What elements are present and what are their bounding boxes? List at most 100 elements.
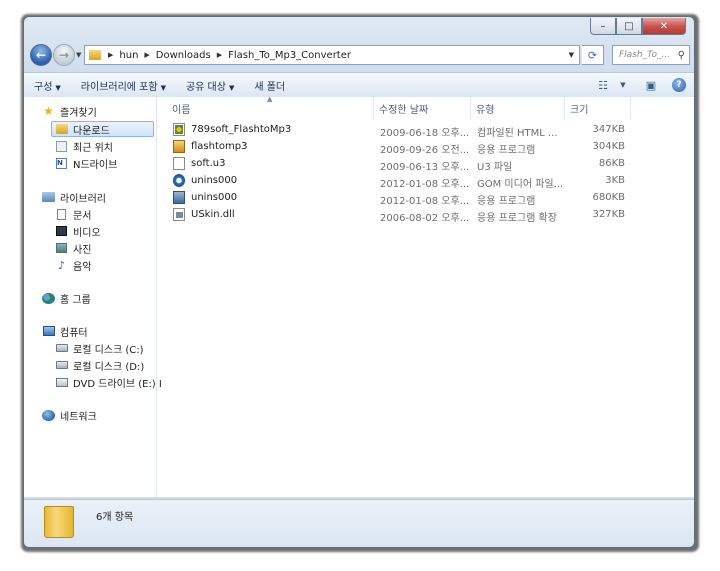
breadcrumb-hun[interactable]: hun [116, 50, 141, 61]
file-name: unins000 [191, 192, 238, 203]
table-row[interactable]: flashtomp3 2009-09-26 오전... 응용 프로그램 304K… [157, 139, 694, 156]
caret-down-icon: ▼ [160, 83, 166, 92]
drive-icon [55, 344, 68, 352]
file-type: GOM 미디어 파일... [477, 179, 564, 190]
minimize-button[interactable]: – [590, 18, 616, 35]
chevron-right-icon[interactable]: ▶ [105, 51, 116, 59]
chm-icon [173, 123, 185, 136]
caret-down-icon: ▼ [55, 83, 61, 92]
column-header-type[interactable]: 유형 [476, 101, 494, 116]
file-date: 2009-09-26 오전... [380, 145, 470, 156]
application-icon [173, 140, 185, 153]
installer-icon [173, 191, 185, 204]
address-row: ← → ▼ ▶ hun ▶ Downloads ▶ Flash_To_Mp3_C… [30, 43, 690, 69]
file-size: 680KB [592, 192, 625, 203]
help-icon[interactable]: ? [672, 78, 686, 92]
drive-icon [55, 361, 68, 369]
address-dropdown-icon[interactable]: ▼ [569, 51, 579, 59]
view-dropdown-icon[interactable]: ▼ [614, 77, 632, 93]
music-icon: ♪ [57, 258, 66, 272]
breadcrumb-current-folder[interactable]: Flash_To_Mp3_Converter [225, 50, 354, 61]
refresh-button[interactable]: ⟳ [582, 45, 604, 65]
column-headers: ▲ 이름 수정한 날짜 유형 크기 [157, 95, 694, 119]
preview-pane-icon[interactable]: ▣ [642, 77, 660, 93]
window-controls: – □ ✕ [590, 18, 686, 36]
nav-computer[interactable]: 컴퓨터 [42, 323, 88, 339]
nav-libraries[interactable]: 라이브러리 [42, 189, 106, 205]
nav-music[interactable]: ♪ 음악 [55, 257, 91, 273]
recent-pages-dropdown[interactable]: ▼ [76, 51, 81, 59]
file-size: 86KB [598, 158, 625, 169]
view-options-icon[interactable]: ☷ [594, 77, 612, 93]
gom-media-icon [173, 174, 185, 187]
file-list: ▲ 이름 수정한 날짜 유형 크기 789soft_FlashtoMp3 200… [157, 95, 694, 497]
file-size: 327KB [592, 209, 625, 220]
table-row[interactable]: unins000 2012-01-08 오후... 응용 프로그램 680KB [157, 190, 694, 207]
explorer-window: – □ ✕ ← → ▼ ▶ hun ▶ Downloads ▶ Flash_To… [23, 16, 695, 548]
file-size: 347KB [592, 124, 625, 135]
ndrive-icon: N [56, 157, 67, 169]
nav-homegroup[interactable]: 홈 그룹 [42, 290, 91, 306]
maximize-button[interactable]: □ [616, 18, 642, 35]
chevron-right-icon[interactable]: ▶ [214, 51, 225, 59]
file-date: 2006-08-02 오후... [380, 213, 470, 224]
sort-arrow-icon: ▲ [267, 95, 273, 103]
forward-button[interactable]: → [53, 44, 75, 66]
address-bar[interactable]: ▶ hun ▶ Downloads ▶ Flash_To_Mp3_Convert… [84, 45, 580, 65]
recent-places-icon [56, 140, 67, 152]
table-row[interactable]: 789soft_FlashtoMp3 2009-06-18 오후... 컴파일된… [157, 122, 694, 139]
nav-local-disk-c[interactable]: 로컬 디스크 (C:) [55, 340, 144, 356]
file-type: 응용 프로그램 [477, 145, 536, 156]
item-count: 6개 항목 [96, 512, 134, 523]
nav-favorites[interactable]: ★ 즐겨찾기 [42, 103, 97, 119]
homegroup-icon [42, 292, 55, 304]
search-icon[interactable]: ⚲ [678, 50, 685, 61]
nav-recent-places[interactable]: 최근 위치 [55, 138, 113, 154]
chevron-right-icon[interactable]: ▶ [141, 51, 152, 59]
folder-icon [89, 50, 101, 60]
nav-pictures[interactable]: 사진 [55, 240, 91, 256]
file-icon [173, 157, 185, 170]
nav-ndrive[interactable]: N N드라이브 [55, 155, 117, 171]
back-button[interactable]: ← [30, 44, 52, 66]
file-name: 789soft_FlashtoMp3 [191, 124, 292, 135]
include-in-library-menu[interactable]: 라이브러리에 포함 ▼ [71, 78, 176, 93]
document-icon [57, 208, 66, 220]
file-date: 2009-06-18 오후... [380, 128, 470, 139]
file-size: 304KB [592, 141, 625, 152]
search-placeholder: Flash_To_... [619, 50, 671, 60]
search-input[interactable]: Flash_To_... ⚲ [612, 45, 690, 65]
column-header-date[interactable]: 수정한 날짜 [379, 101, 428, 116]
breadcrumb-downloads[interactable]: Downloads [153, 50, 214, 61]
file-date: 2009-06-13 오후... [380, 162, 470, 173]
table-row[interactable]: unins000 2012-01-08 오후... GOM 미디어 파일... … [157, 173, 694, 190]
nav-dvd-drive[interactable]: DVD 드라이브 (E:) I [55, 374, 162, 390]
organize-menu[interactable]: 구성 ▼ [24, 78, 71, 93]
nav-network[interactable]: 네트워크 [42, 407, 97, 423]
file-name: unins000 [191, 175, 238, 186]
column-header-size[interactable]: 크기 [570, 101, 588, 116]
file-date: 2012-01-08 오후... [380, 179, 470, 190]
command-bar: 구성 ▼ 라이브러리에 포함 ▼ 공유 대상 ▼ 새 폴더 ☷ ▼ ▣ ? [24, 72, 694, 98]
file-date: 2012-01-08 오후... [380, 196, 470, 207]
star-icon: ★ [43, 104, 54, 118]
column-header-name[interactable]: 이름 [172, 101, 190, 116]
nav-videos[interactable]: 비디오 [55, 223, 101, 239]
table-row[interactable]: soft.u3 2009-06-13 오후... U3 파일 86KB [157, 156, 694, 173]
close-button[interactable]: ✕ [642, 18, 686, 35]
share-with-menu[interactable]: 공유 대상 ▼ [176, 78, 244, 93]
file-name: flashtomp3 [191, 141, 248, 152]
table-row[interactable]: USkin.dll 2006-08-02 오후... 응용 프로그램 확장 32… [157, 207, 694, 224]
nav-documents[interactable]: 문서 [55, 206, 91, 222]
video-icon [56, 226, 67, 236]
nav-local-disk-d[interactable]: 로컬 디스크 (D:) [55, 357, 144, 373]
new-folder-button[interactable]: 새 폴더 [244, 78, 295, 93]
file-type: 응용 프로그램 확장 [477, 213, 557, 224]
dll-icon [173, 208, 185, 221]
file-type: 응용 프로그램 [477, 196, 536, 207]
pictures-icon [56, 243, 67, 253]
details-pane: 6개 항목 [24, 499, 694, 547]
navigation-pane: ★ 즐겨찾기 다운로드 최근 위치 N N드라이브 라이브러리 문서 비디오 사진 … [24, 97, 162, 497]
nav-downloads[interactable]: 다운로드 [51, 121, 154, 137]
file-type: U3 파일 [477, 162, 513, 173]
